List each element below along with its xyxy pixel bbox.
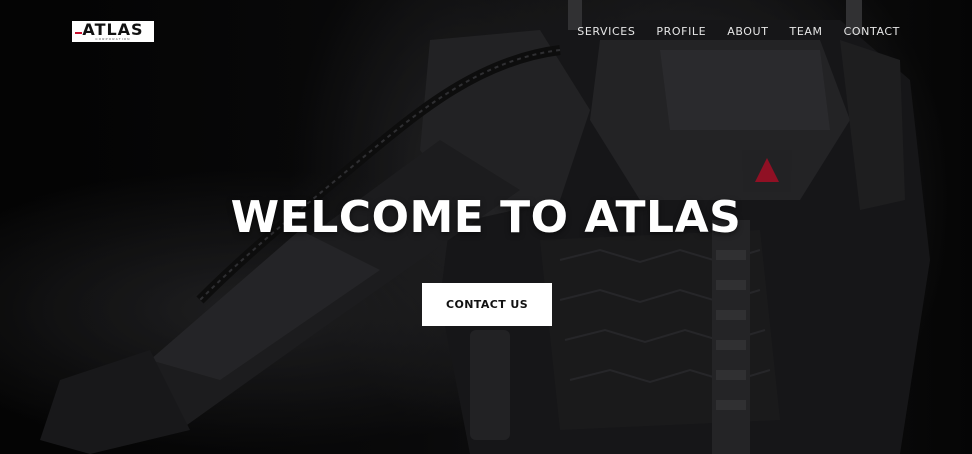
hero-section: ATLAS CORPORATION SERVICES PROFILE ABOUT… — [0, 0, 972, 454]
atlas-logo[interactable]: ATLAS CORPORATION — [72, 21, 154, 42]
main-nav: SERVICES PROFILE ABOUT TEAM CONTACT — [577, 22, 900, 40]
nav-item-profile: PROFILE — [656, 22, 706, 40]
nav-link-profile[interactable]: PROFILE — [656, 25, 706, 38]
nav-link-services[interactable]: SERVICES — [577, 25, 635, 38]
contact-us-button[interactable]: CONTACT US — [422, 283, 552, 326]
nav-item-contact: CONTACT — [844, 22, 900, 40]
nav-item-services: SERVICES — [577, 22, 635, 40]
nav-link-team[interactable]: TEAM — [790, 25, 823, 38]
nav-link-contact[interactable]: CONTACT — [844, 25, 900, 38]
nav-item-team: TEAM — [790, 22, 823, 40]
nav-link-about[interactable]: ABOUT — [727, 25, 768, 38]
hero-headline: WELCOME TO ATLAS — [230, 192, 742, 243]
top-navigation-bar: ATLAS CORPORATION SERVICES PROFILE ABOUT… — [0, 0, 972, 60]
nav-item-about: ABOUT — [727, 22, 768, 40]
logo-wordmark: ATLAS — [82, 20, 144, 39]
logo-accent-bar — [75, 32, 82, 34]
